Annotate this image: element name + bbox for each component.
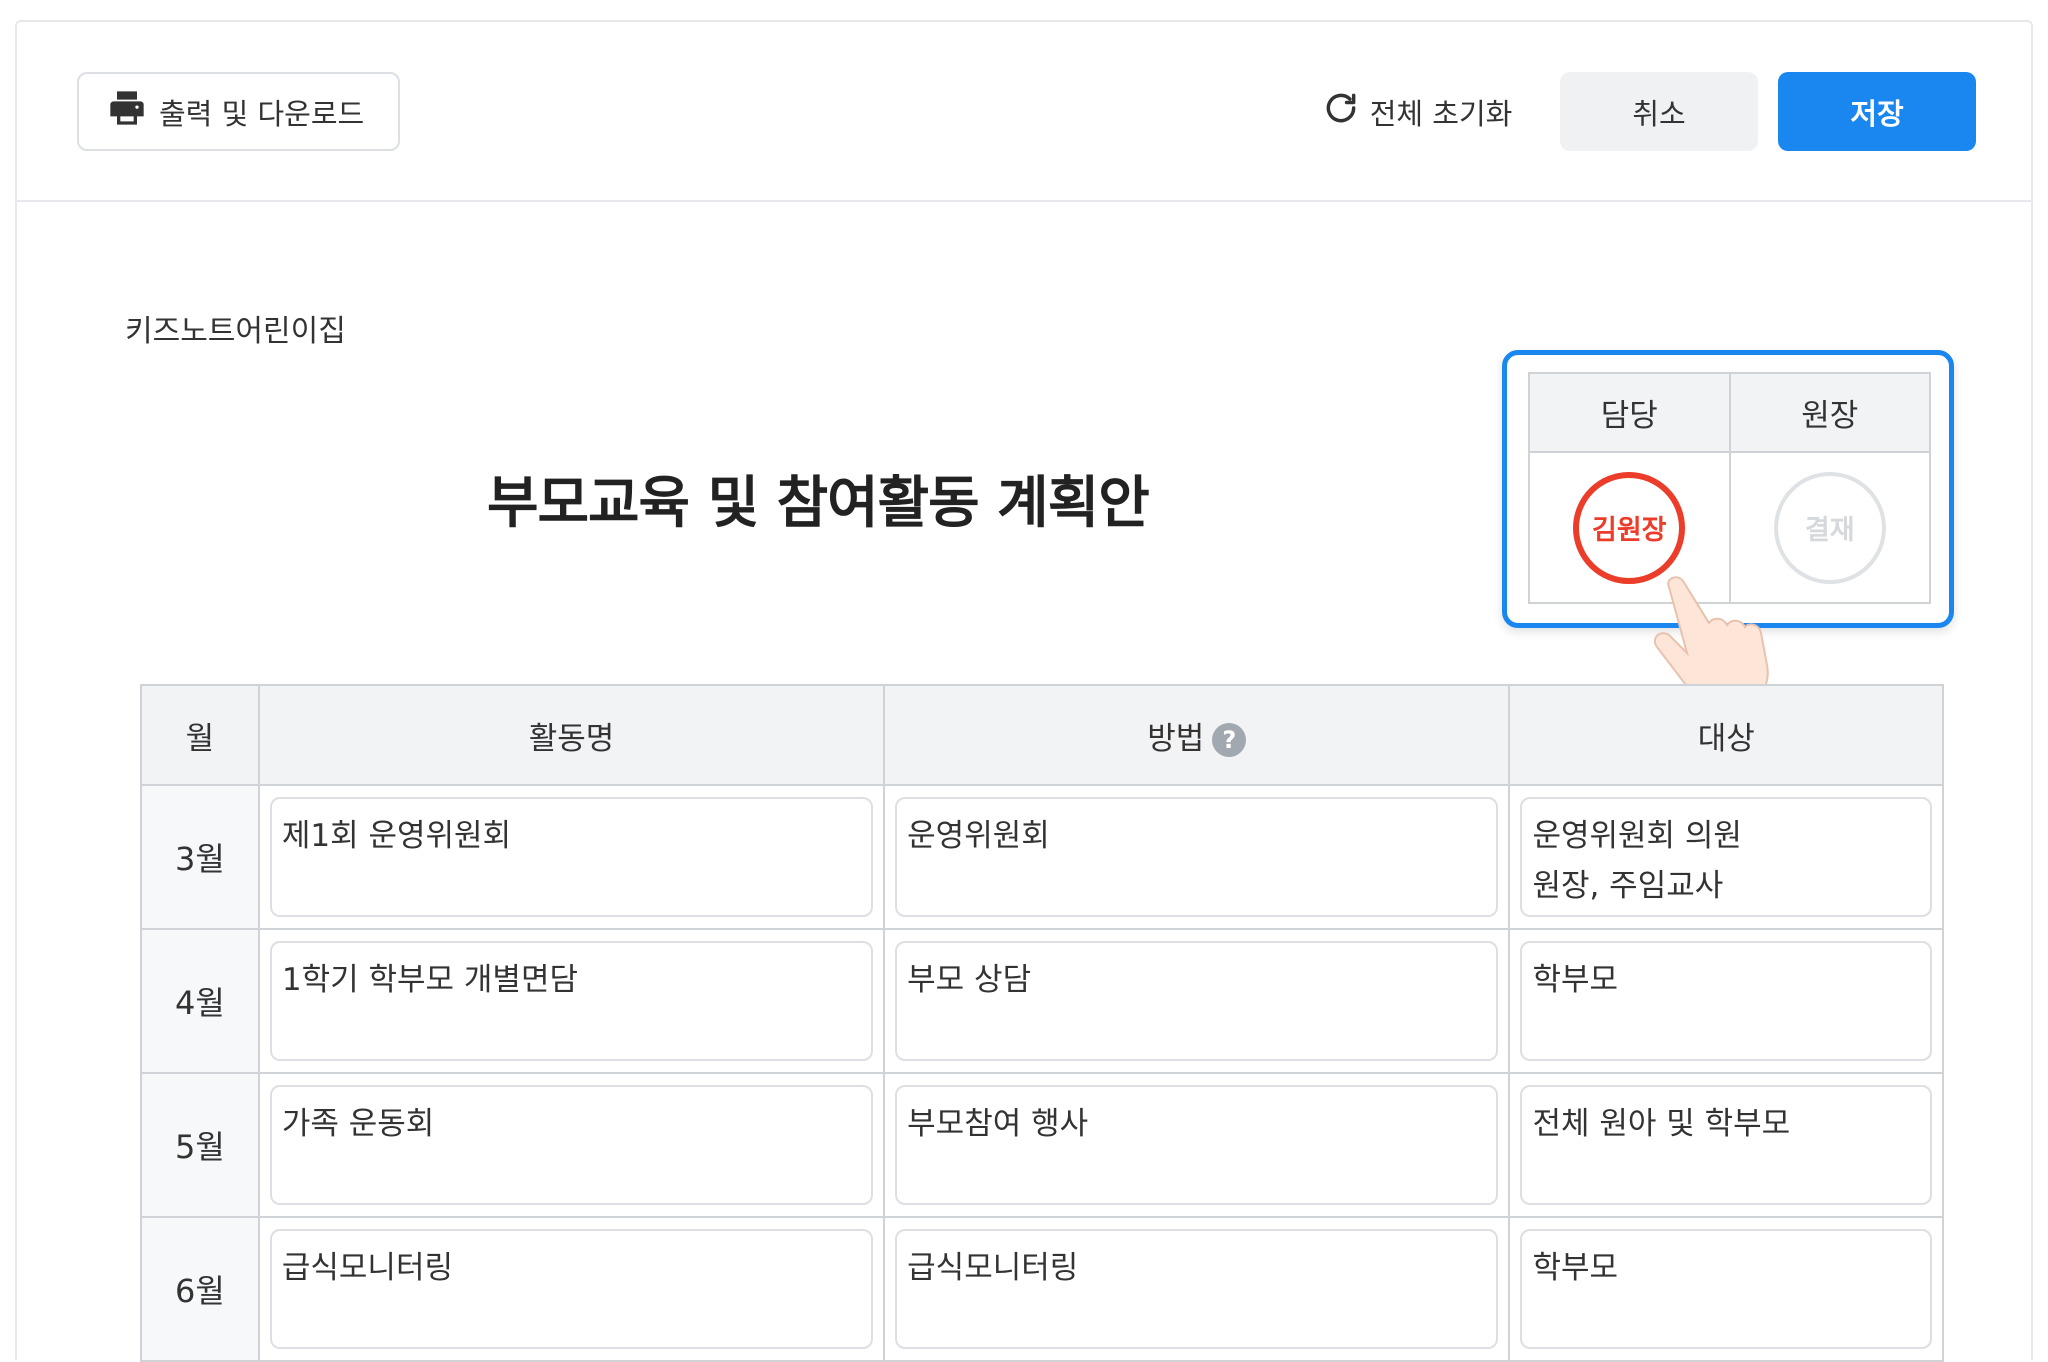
refresh-icon [1322, 89, 1360, 134]
activity-cell: 급식모니터링 [257, 1216, 886, 1362]
activity-cell: 제1회 운영위원회 [257, 784, 886, 930]
approval-cell-staff[interactable]: 김원장 [1528, 451, 1731, 604]
document-title: 부모교육 및 참여활동 계획안 [487, 471, 1150, 536]
method-input[interactable]: 급식모니터링 [895, 1229, 1499, 1349]
activity-cell: 가족 운동회 [257, 1072, 886, 1218]
help-icon[interactable]: ? [1212, 723, 1247, 757]
method-cell: 급식모니터링 [883, 1216, 1511, 1362]
table-row: 6월 급식모니터링 급식모니터링 학부모 [140, 1216, 1944, 1362]
column-header-activity: 활동명 [257, 684, 886, 786]
approval-header-staff: 담당 [1528, 372, 1731, 453]
table-row: 3월 제1회 운영위원회 운영위원회 운영위원회 의원 원장, 주임교사 [140, 784, 1944, 930]
activity-input[interactable]: 제1회 운영위원회 [269, 797, 874, 917]
printer-icon [107, 88, 147, 135]
column-header-month: 월 [140, 684, 260, 786]
table-row: 5월 가족 운동회 부모참여 행사 전체 원아 및 학부모 [140, 1072, 1944, 1218]
cancel-button[interactable]: 취소 [1560, 72, 1758, 151]
target-input[interactable]: 학부모 [1520, 1229, 1932, 1349]
target-cell: 운영위원회 의원 원장, 주임교사 [1508, 784, 1944, 930]
target-cell: 전체 원아 및 학부모 [1508, 1072, 1944, 1218]
activity-input[interactable]: 1학기 학부모 개별면담 [269, 941, 874, 1061]
target-cell: 학부모 [1508, 1216, 1944, 1362]
method-input[interactable]: 부모참여 행사 [895, 1085, 1499, 1205]
signed-stamp[interactable]: 김원장 [1573, 471, 1686, 584]
target-input[interactable]: 학부모 [1520, 941, 1932, 1061]
method-input[interactable]: 운영위원회 [895, 797, 1499, 917]
approval-table: 담당 원장 김원장 결재 [1528, 372, 1931, 604]
month-cell: 3월 [140, 784, 260, 930]
unsigned-stamp[interactable]: 결재 [1773, 471, 1886, 584]
method-header-label: 방법 [1147, 720, 1205, 757]
activity-cell: 1학기 학부모 개별면담 [257, 928, 886, 1074]
month-cell: 6월 [140, 1216, 260, 1362]
method-cell: 부모참여 행사 [883, 1072, 1511, 1218]
save-button[interactable]: 저장 [1778, 72, 1976, 151]
print-download-label: 출력 및 다운로드 [159, 96, 365, 131]
activity-input[interactable]: 가족 운동회 [269, 1085, 874, 1205]
approval-cell-director[interactable]: 결재 [1728, 451, 1931, 604]
editor-frame: 출력 및 다운로드 전체 초기화 취소 저장 키즈노트어린이집 부모교육 및 참… [15, 20, 2033, 1362]
method-input[interactable]: 부모 상담 [895, 941, 1499, 1061]
target-cell: 학부모 [1508, 928, 1944, 1074]
column-header-method: 방법? [883, 684, 1511, 786]
reset-all-button[interactable]: 전체 초기화 [1307, 72, 1527, 151]
target-input[interactable]: 운영위원회 의원 원장, 주임교사 [1520, 797, 1932, 917]
plan-table: 월 활동명 방법? 대상 3월 제1회 운영위원회 운영위원회 운영위원회 의원… [140, 684, 1944, 1362]
month-cell: 4월 [140, 928, 260, 1074]
approval-header-director: 원장 [1728, 372, 1931, 453]
organization-name: 키즈노트어린이집 [125, 314, 346, 349]
method-cell: 부모 상담 [883, 928, 1511, 1074]
method-cell: 운영위원회 [883, 784, 1511, 930]
reset-all-label: 전체 초기화 [1369, 96, 1513, 131]
table-row: 4월 1학기 학부모 개별면담 부모 상담 학부모 [140, 928, 1944, 1074]
target-input[interactable]: 전체 원아 및 학부모 [1520, 1085, 1932, 1205]
activity-input[interactable]: 급식모니터링 [269, 1229, 874, 1349]
toolbar: 출력 및 다운로드 전체 초기화 취소 저장 [17, 22, 2031, 202]
month-cell: 5월 [140, 1072, 260, 1218]
column-header-target: 대상 [1508, 684, 1944, 786]
print-download-button[interactable]: 출력 및 다운로드 [77, 72, 400, 151]
